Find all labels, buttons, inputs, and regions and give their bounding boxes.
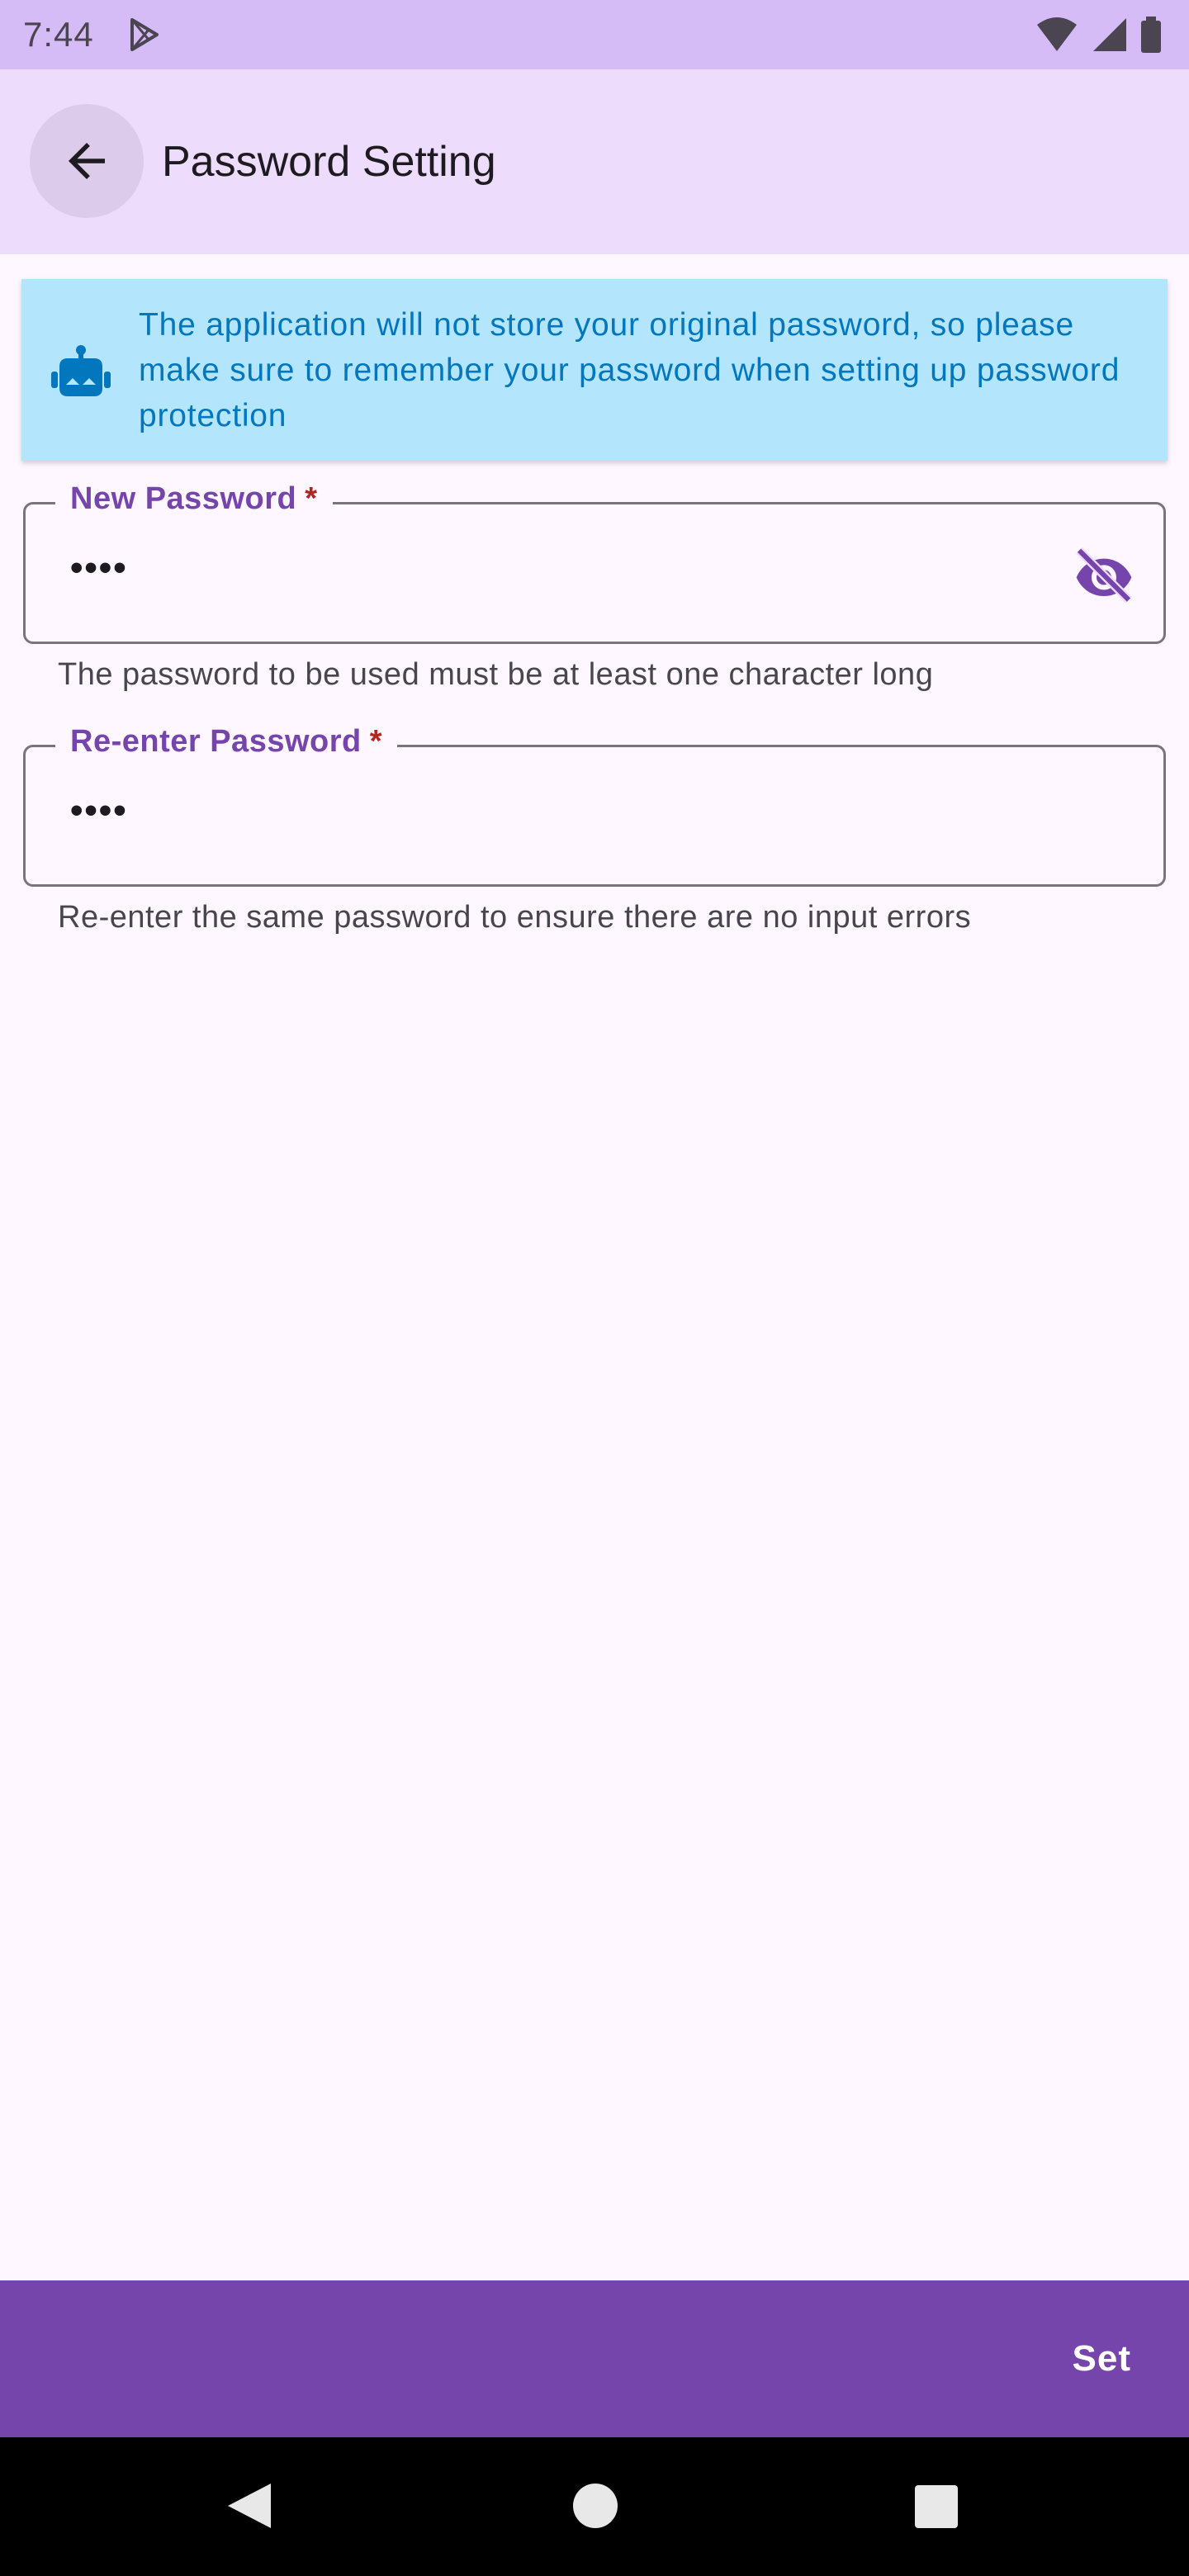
required-star: * xyxy=(305,481,318,516)
back-button[interactable] xyxy=(30,104,144,218)
info-banner: The application will not store your orig… xyxy=(21,279,1168,461)
reenter-password-label-text: Re-enter Password xyxy=(70,724,362,759)
page-title: Password Setting xyxy=(162,138,496,186)
reenter-password-helper: Re-enter the same password to ensure the… xyxy=(58,900,972,935)
signal-icon xyxy=(1093,18,1126,51)
arrow-left-icon xyxy=(69,143,105,179)
status-icons xyxy=(1035,15,1163,54)
new-password-value: •••• xyxy=(70,547,128,588)
eye-off-icon xyxy=(1076,547,1132,604)
new-password-label: New Password * xyxy=(55,481,333,517)
battery-icon xyxy=(1141,17,1161,53)
reenter-password-field[interactable]: Re-enter Password * •••• xyxy=(23,724,1166,887)
info-banner-text: The application will not store your orig… xyxy=(139,307,1120,433)
nav-recents-icon[interactable] xyxy=(915,2485,958,2528)
reenter-password-label: Re-enter Password * xyxy=(55,724,398,760)
new-password-helper: The password to be used must be at least… xyxy=(58,657,934,692)
top-app-bar: Password Setting xyxy=(0,69,1189,254)
new-password-label-text: New Password xyxy=(70,481,297,516)
new-password-field[interactable]: New Password * •••• xyxy=(23,481,1166,644)
wifi-icon xyxy=(1037,17,1077,51)
bottom-action-bar: Set xyxy=(0,2280,1189,2437)
play-store-icon xyxy=(130,18,159,51)
nav-back-icon[interactable] xyxy=(223,2479,277,2533)
status-time: 7:44 xyxy=(23,15,94,54)
robot-icon xyxy=(51,345,111,396)
set-button[interactable]: Set xyxy=(1040,2313,1164,2404)
reenter-password-value: •••• xyxy=(70,790,128,831)
status-bar: 7:44 xyxy=(0,0,1189,69)
required-star: * xyxy=(369,724,383,759)
nav-home-icon[interactable] xyxy=(573,2484,618,2528)
system-navigation-bar xyxy=(0,2437,1189,2576)
toggle-visibility-button[interactable] xyxy=(1069,539,1139,608)
password-setting-screen: 7:44 Password Setting The application wi… xyxy=(0,0,1189,2576)
